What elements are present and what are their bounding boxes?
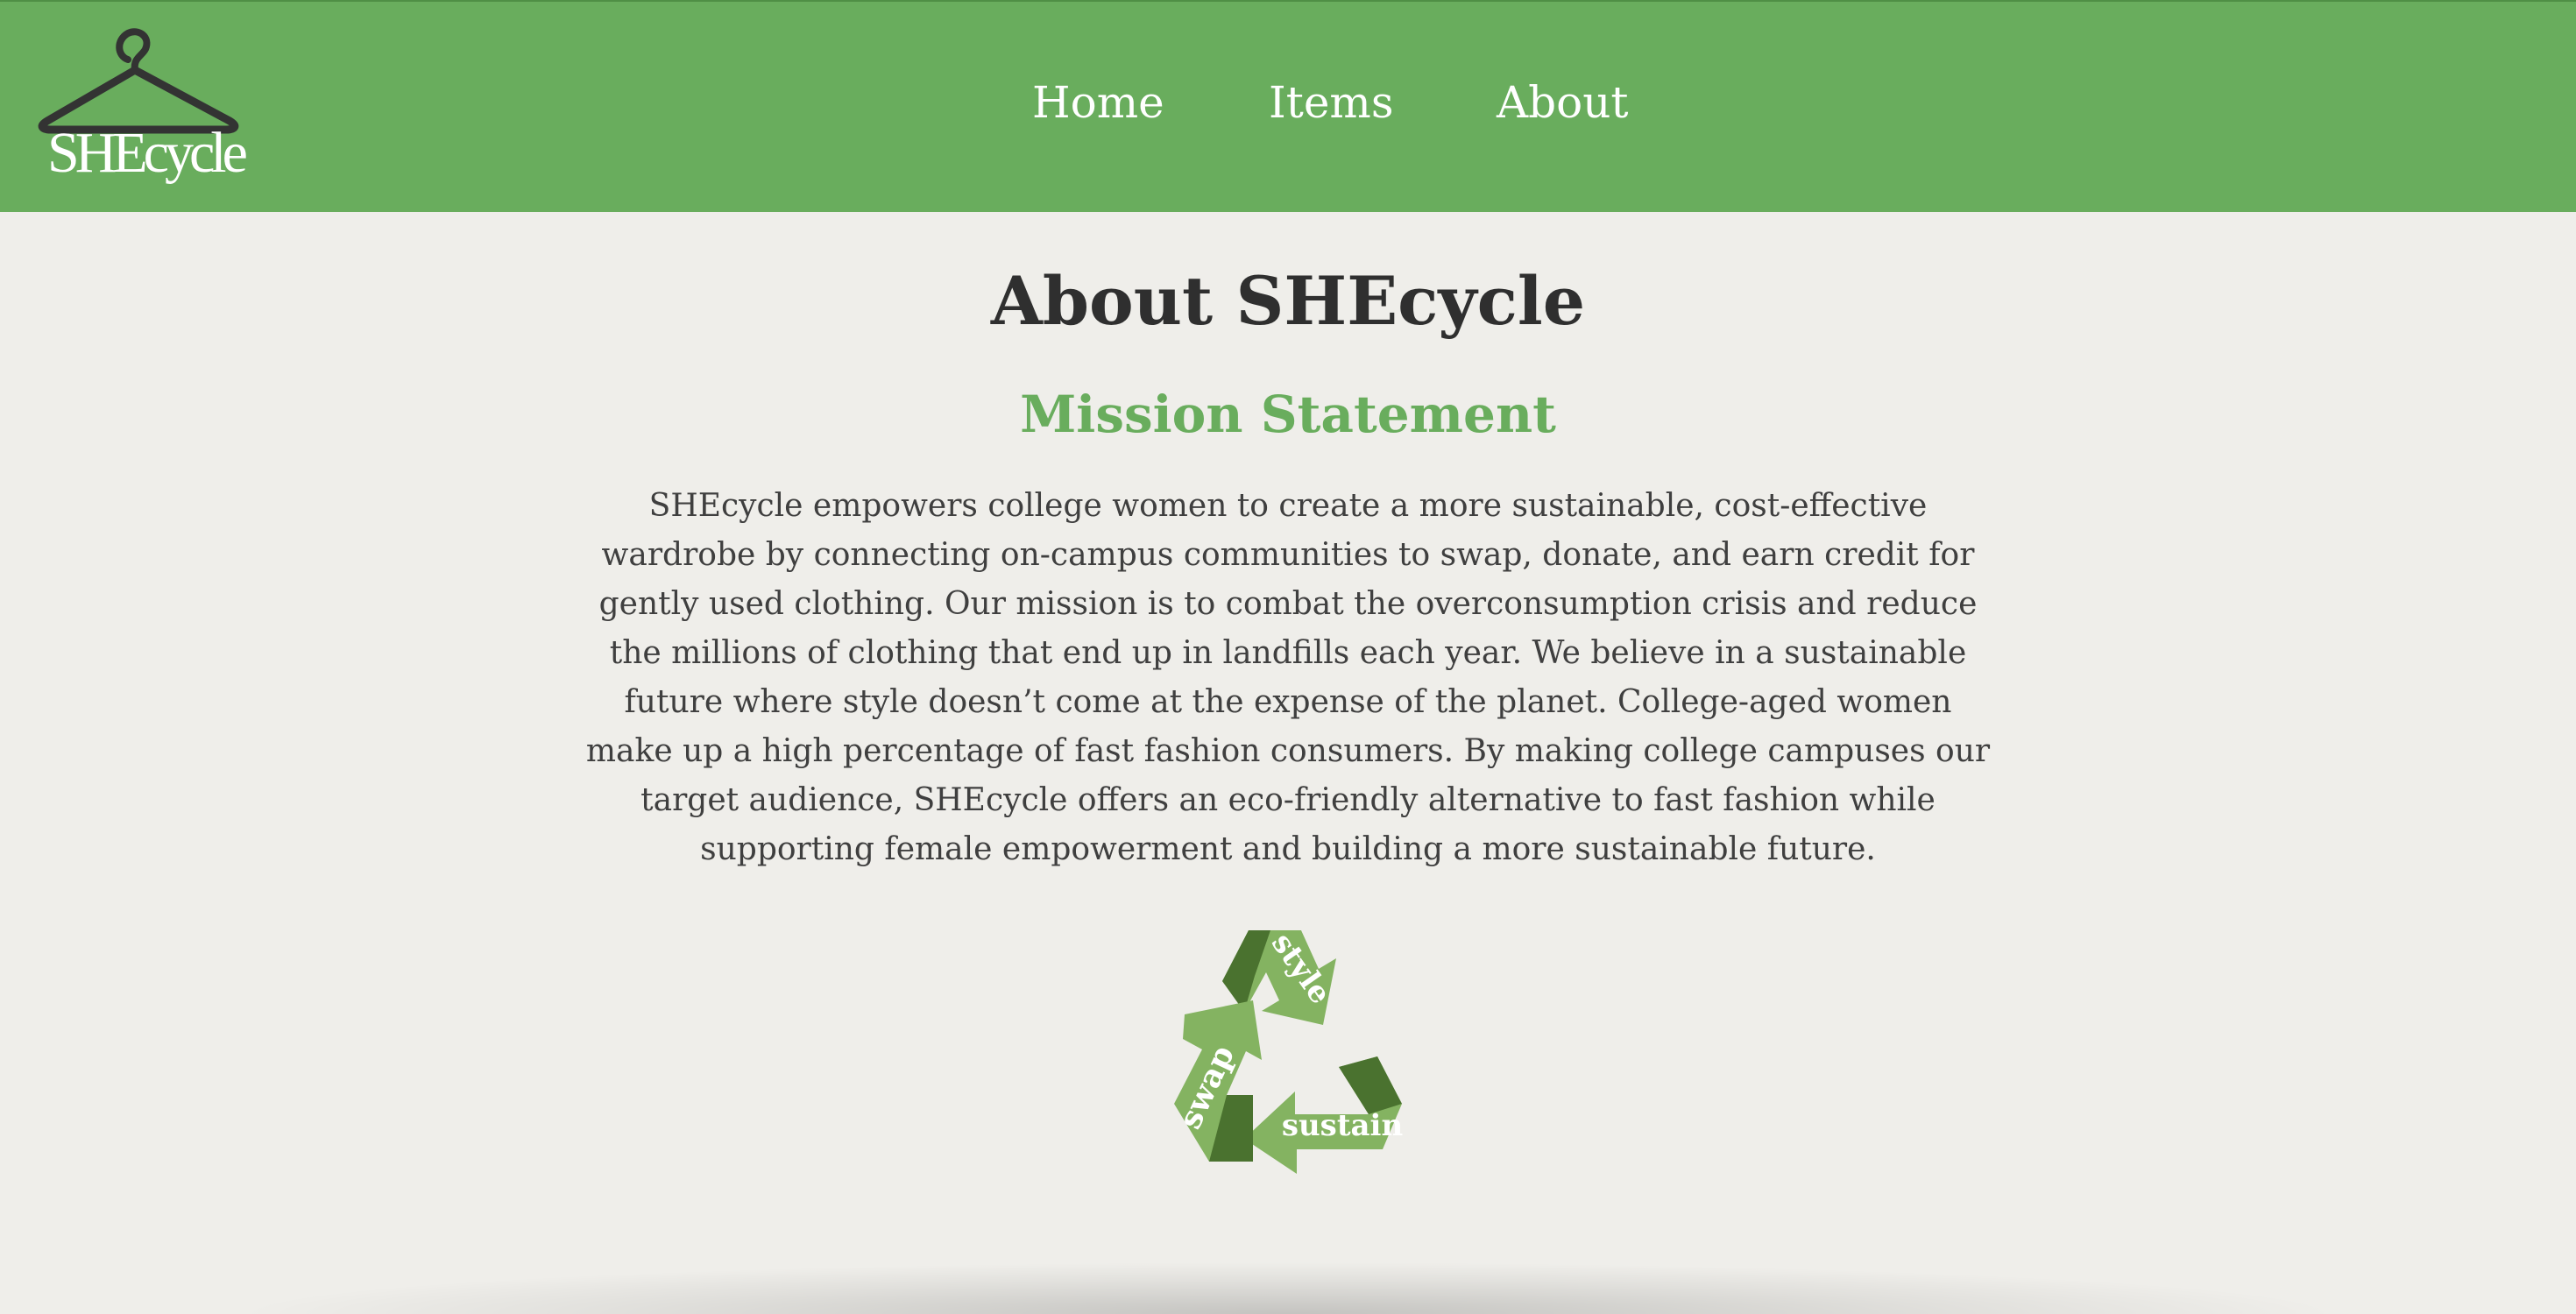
nav-home[interactable]: Home bbox=[1032, 81, 1164, 124]
nav-about[interactable]: About bbox=[1497, 81, 1629, 124]
footer-shadow bbox=[228, 1261, 2348, 1314]
swap-arrow: swap bbox=[1171, 1000, 1262, 1162]
mission-heading: Mission Statement bbox=[1020, 385, 1556, 444]
site-header: SHEcycle Home Items About bbox=[0, 0, 2576, 212]
mission-text: SHEcycle empowers college women to creat… bbox=[585, 488, 1991, 867]
sustain-arrow: sustain bbox=[1244, 1056, 1403, 1174]
recycle-graphic: style sustain swap bbox=[1139, 920, 1437, 1218]
main-nav: Home Items About bbox=[0, 2, 2576, 214]
label-sustain: sustain bbox=[1282, 1108, 1403, 1143]
page-title: About SHEcycle bbox=[990, 262, 1586, 340]
nav-items[interactable]: Items bbox=[1269, 81, 1394, 124]
recycle-icon: style sustain swap bbox=[1171, 927, 1403, 1174]
